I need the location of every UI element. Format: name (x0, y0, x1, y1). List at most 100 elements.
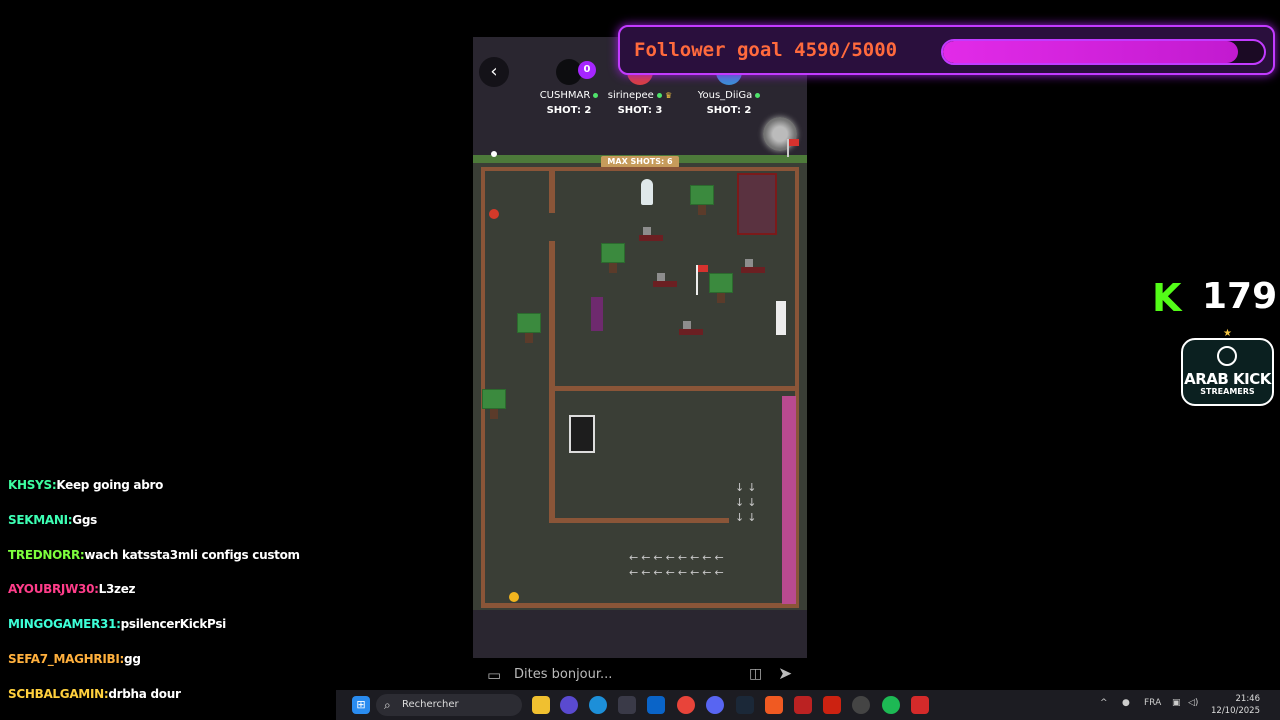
spotify-icon[interactable] (882, 696, 900, 714)
crescent-icon (1217, 346, 1237, 366)
grave (679, 321, 703, 335)
back-button[interactable]: ‹ (479, 57, 509, 87)
taskbar-search[interactable]: ⌕ Rechercher (376, 694, 522, 716)
app-icon[interactable] (560, 696, 578, 714)
chat-text: psilencerKickPsi (120, 617, 227, 632)
badge-subtitle: STREAMERS (1200, 387, 1255, 396)
chrome-icon[interactable] (677, 696, 695, 714)
search-icon: ⌕ (384, 698, 391, 712)
chevron-up-icon[interactable]: ^ (1100, 698, 1108, 708)
flag-icon (789, 139, 799, 146)
tree (517, 313, 541, 343)
wall (555, 518, 729, 523)
ghost (641, 179, 653, 205)
volume-icon[interactable]: ◁) (1188, 698, 1198, 708)
app-icon[interactable] (852, 696, 870, 714)
chat-username: SCHBALGAMIN: (8, 686, 109, 701)
yellow-ball (509, 592, 519, 602)
zombie (591, 297, 603, 331)
chat-message: KHSYS:Keep going abro (8, 478, 448, 513)
avatar: 0 (556, 59, 596, 85)
clock[interactable]: 21:46 12/10/2025 (1210, 693, 1260, 717)
chat-username: MINGOGAMER31: (8, 617, 121, 632)
hole-flag-icon (698, 265, 708, 272)
tree (709, 273, 733, 303)
crown-icon: ♛ (665, 91, 673, 100)
clock-time: 21:46 (1235, 694, 1261, 704)
wall (481, 603, 799, 608)
tree (601, 243, 625, 273)
sticker-icon[interactable]: ◫ (749, 666, 762, 682)
chat-overlay: KHSYS:Keep going abro SEKMANI:Ggs TREDNORR… (8, 478, 448, 720)
player-name: Yous_DiiGa (697, 90, 753, 101)
opera-icon[interactable] (823, 696, 841, 714)
chat-message: TREDNORR:wach katssta3mli configs custom (8, 548, 448, 583)
chat-text: gg (124, 651, 141, 666)
discord-icon[interactable] (706, 696, 724, 714)
chat-message: SEKMANI:Ggs (8, 513, 448, 548)
chat-message: AYOUBRJW30:L3zez (8, 582, 448, 617)
send-icon[interactable]: ➤ (778, 664, 792, 684)
online-dot-icon (656, 92, 662, 98)
golf-course[interactable]: MAX SHOTS: 6 ↓↓ ↓↓ ↓↓ ←←←←←←←← ←←←←←←←← (473, 139, 807, 610)
haunted-castle (737, 173, 777, 235)
follower-goal-bar (941, 39, 1266, 65)
viewer-count: 179 (1202, 276, 1278, 317)
mic-icon[interactable]: ● (1122, 698, 1130, 708)
chat-text: L3zez (98, 582, 136, 597)
skeleton (776, 301, 786, 335)
search-label: Rechercher (402, 699, 459, 710)
windows-start-icon[interactable]: ⊞ (352, 696, 370, 714)
follower-goal-widget: Follower goal 4590/5000 (618, 25, 1275, 75)
follower-goal-fill (943, 41, 1238, 63)
edge-icon[interactable] (589, 696, 607, 714)
grave (653, 273, 677, 287)
left-arrows-icon: ←←←←←←←← ←←←←←←←← (629, 551, 727, 579)
wall (549, 241, 555, 523)
chat-text: drbha dour (108, 686, 181, 701)
red-ball (489, 209, 499, 219)
chat-message: MINGOGAMER31:psilencerKickPsi (8, 617, 448, 652)
chat-username: AYOUBRJW30: (8, 582, 99, 597)
chat-username: SEFA7_MAGHRIBI: (8, 651, 125, 666)
chat-text: Keep going abro (56, 478, 164, 492)
player-name: sirinepee (607, 90, 654, 101)
badge-title: ARAB KICK (1184, 370, 1271, 388)
tree (690, 185, 714, 215)
grave (741, 259, 765, 273)
store-icon[interactable] (618, 696, 636, 714)
chat-text: wach katssta3mli configs custom (84, 547, 300, 562)
app-icon[interactable] (911, 696, 929, 714)
chat-input-bar: ▭ Dites bonjour... ◫ ➤ (473, 658, 807, 693)
chat-icon: ▭ (487, 666, 502, 684)
chat-input[interactable]: Dites bonjour... (514, 667, 612, 682)
windows-taskbar: ⊞ ⌕ Rechercher ^ ● FRA ▣ ◁) 21:46 12/10/20… (336, 690, 1280, 720)
player-badge: 0 (578, 61, 596, 79)
wall (481, 167, 485, 607)
network-icon[interactable]: ▣ (1172, 698, 1181, 708)
follower-goal-text: Follower goal 4590/5000 (634, 39, 898, 61)
chevron-left-icon: ‹ (490, 61, 498, 82)
steam-icon[interactable] (736, 696, 754, 714)
folder-icon[interactable] (532, 696, 550, 714)
clock-date: 12/10/2025 (1211, 706, 1260, 716)
player-name: CUSHMAR (539, 90, 591, 101)
stream-frame: ‹ 0 CUSHMAR SHOT: 2 sirinepee ♛ SHOT: 3 … (0, 0, 1280, 720)
chat-username: KHSYS: (8, 478, 57, 492)
kick-logo-icon: K (1152, 276, 1182, 320)
language-indicator[interactable]: FRA (1144, 698, 1161, 708)
chat-username: SEKMANI: (8, 512, 73, 527)
chat-username: TREDNORR: (8, 547, 85, 562)
wall (481, 167, 799, 171)
outlook-icon[interactable] (647, 696, 665, 714)
app-icon[interactable] (794, 696, 812, 714)
chat-message: SEFA7_MAGHRIBI:gg (8, 652, 448, 687)
grave (639, 227, 663, 241)
game-window: ‹ 0 CUSHMAR SHOT: 2 sirinepee ♛ SHOT: 3 … (473, 37, 807, 693)
down-arrows-icon: ↓↓ ↓↓ ↓↓ (735, 481, 760, 524)
white-ball (491, 151, 497, 157)
wall (555, 386, 795, 391)
player-shots: SHOT: 2 (706, 105, 752, 116)
brave-icon[interactable] (765, 696, 783, 714)
boost-pad (782, 396, 796, 604)
